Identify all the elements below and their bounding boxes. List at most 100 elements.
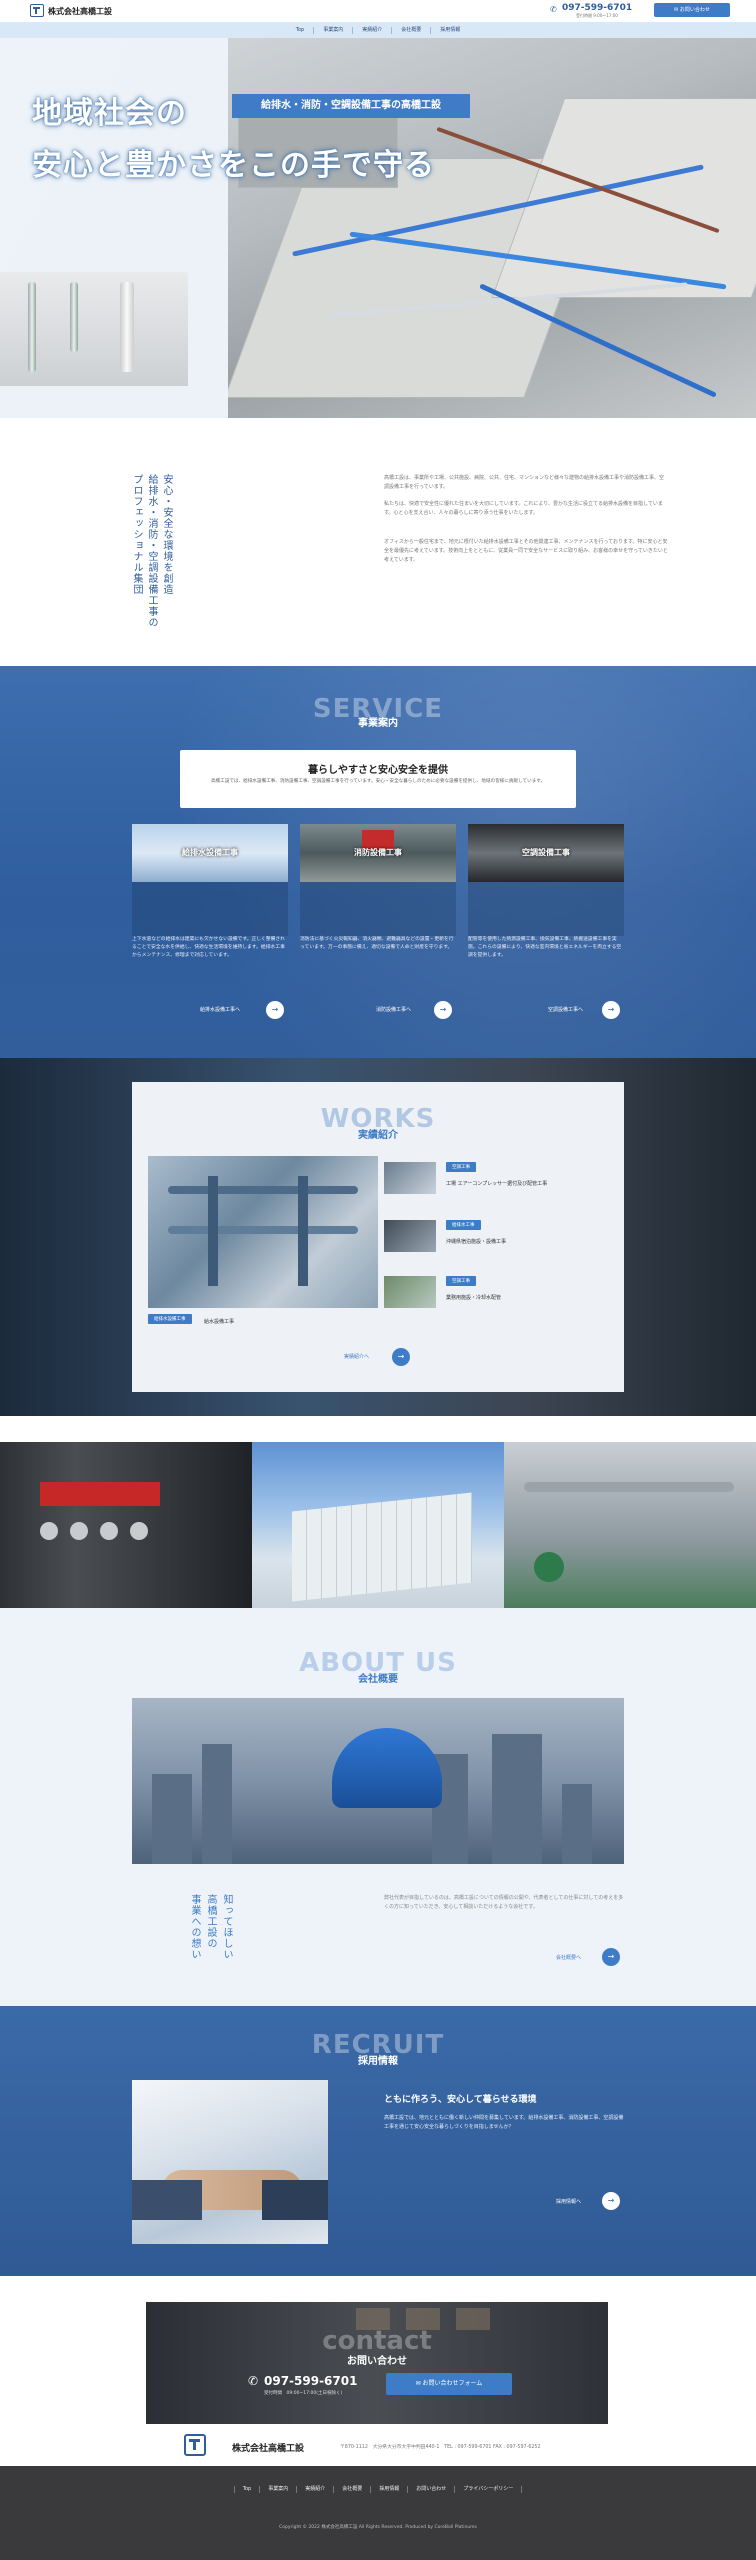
works-thumb-3[interactable] <box>384 1276 436 1308</box>
about-vertical-1: 知ってほしい <box>221 1894 232 1960</box>
footer-nav: Top 事業案内 実績紹介 会社概要 採用情報 お問い合わせ プライバシーポリシ… <box>0 2486 756 2493</box>
about-more-arrow-icon[interactable]: → <box>602 1948 620 1966</box>
arrow-right-icon: → <box>602 1001 620 1019</box>
about-text: 弊社代表が目指しているのは、高橋工設についての情報の公開や、代表者としての仕事に… <box>384 1895 624 1910</box>
footer-address: 〒870-1112 大分県大分市大字中判田440-1 TEL : 097-599… <box>340 2445 541 2450</box>
works-main-title[interactable]: 給水設備工事 <box>204 1318 234 1325</box>
recruit-more-label[interactable]: 採用情報へ <box>556 2198 581 2205</box>
service-label-hvac: 空調設備工事 <box>522 848 570 857</box>
service-link-plumbing[interactable]: 給排水設備工事へ → <box>132 1000 288 1020</box>
about-vertical-2: 高橋工設の <box>205 1894 216 1949</box>
company-logo-icon[interactable] <box>30 4 44 17</box>
service-image-plumbing[interactable]: 給排水設備工事 <box>132 824 288 882</box>
contact-form-label: お問い合わせフォーム <box>422 2380 483 2387</box>
footer-nav-recruit[interactable]: 採用情報 <box>370 2486 407 2493</box>
works-tag-3[interactable]: 空調工事 <box>446 1276 476 1286</box>
service-card-title: 暮らしやすさと安心安全を提供 <box>308 765 448 776</box>
hero-heading-line1: 地域社会の <box>32 96 187 131</box>
works-tag-1[interactable]: 空調工事 <box>446 1162 476 1172</box>
intro-vertical-1: 安心・安全な環境を創造 <box>161 474 172 595</box>
service-desc-hvac: 配管等を使用した熱源設備工事、換気設備工事、熱搬送設備工事を実施。これらの設備に… <box>468 937 622 958</box>
about-more-label[interactable]: 会社概要へ <box>556 1954 581 1961</box>
footer-nav-privacy[interactable]: プライバシーポリシー <box>454 2486 523 2493</box>
about-vertical-3: 事業への想い <box>189 1894 200 1960</box>
intro-vertical-2: 給排水・消防・空調設備工事の <box>146 474 157 628</box>
intro-paragraph-1: 高橋工設は、事業所や工場、公共施設、病院、公共、住宅、マンションなど様々な建物の… <box>384 475 665 490</box>
footer-copyright: Copyright © 2022 株式会社高橋工設 All Rights Res… <box>279 2525 477 2530</box>
footer-logo-icon[interactable] <box>184 2434 206 2456</box>
intro-vertical-3: プロフェッショナル集団 <box>131 474 142 595</box>
service-image-shadow-3 <box>468 882 624 936</box>
hero-faucet-image <box>0 272 188 386</box>
contact-heading-ja: お問い合わせ <box>347 2356 407 2367</box>
footer-nav-service[interactable]: 事業案内 <box>259 2486 296 2493</box>
nav-service[interactable]: 事業案内 <box>313 26 352 34</box>
arrow-right-icon: → <box>266 1001 284 1019</box>
works-title-3[interactable]: 業務用施設・冷却水配管 <box>446 1294 566 1301</box>
service-link-label: 消防設備工事へ <box>376 1007 412 1013</box>
gallery-image-water-tank <box>252 1442 504 1608</box>
about-image <box>132 1698 624 1864</box>
recruit-handshake-image <box>132 2080 328 2244</box>
footer-bar <box>0 2466 756 2560</box>
service-link-fire[interactable]: 消防設備工事へ → <box>300 1000 456 1020</box>
footer-nav-works[interactable]: 実績紹介 <box>296 2486 333 2493</box>
nav-top[interactable]: Top <box>287 27 313 34</box>
footer-nav-top[interactable]: Top <box>233 2486 259 2493</box>
hero-badge: 給排水・消防・空調設備工事の高橋工設 <box>232 94 470 118</box>
mail-icon: ✉ <box>415 2380 423 2387</box>
service-heading-ja: 事業案内 <box>358 718 398 729</box>
nav-recruit[interactable]: 採用情報 <box>430 26 469 34</box>
arrow-right-icon: → <box>434 1001 452 1019</box>
works-thumb-1[interactable] <box>384 1162 436 1194</box>
works-more-arrow-icon[interactable]: → <box>392 1348 410 1366</box>
works-main-image[interactable] <box>148 1156 378 1308</box>
works-main-tag[interactable]: 給排水設備工事 <box>148 1314 192 1324</box>
intro-paragraph-3: オフィスから一般住宅まで、地元に根付いた給排水設備工事とその他関連工事、メンテナ… <box>384 539 668 563</box>
service-intro-card: 暮らしやすさと安心安全を提供 高橋工設では、給排水設備工事、消防設備工事、空調設… <box>180 750 576 808</box>
works-title-1[interactable]: 工場 エアーコンプレッサー据付及び配管工事 <box>446 1180 566 1187</box>
header-contact-label: お問い合わせ <box>679 7 710 13</box>
service-image-shadow-2 <box>300 882 456 936</box>
service-label-plumbing: 給排水設備工事 <box>182 848 238 857</box>
gallery-image-fire-valves <box>0 1442 252 1608</box>
phone-icon: ✆ <box>550 5 557 14</box>
works-title-2[interactable]: 沖縄県宿泊施設・設備工事 <box>446 1238 566 1245</box>
works-heading-ja: 実績紹介 <box>358 1130 398 1141</box>
works-tag-2[interactable]: 給排水工事 <box>446 1220 481 1230</box>
intro-paragraph-2: 私たちは、快適で安全性に優れた住まいを大切にしています。これにより、豊かな生活に… <box>384 501 663 516</box>
footer-nav-contact[interactable]: お問い合わせ <box>407 2486 454 2493</box>
service-image-hvac[interactable]: 空調設備工事 <box>468 824 624 882</box>
global-nav: Top 事業案内 実績紹介 会社概要 採用情報 <box>0 22 756 38</box>
service-desc-plumbing: 上下水道などの給排水は建築にも欠かせない設備です。正しく整備されることで安全な水… <box>132 937 286 958</box>
contact-form-button[interactable]: ✉ お問い合わせフォーム <box>386 2373 512 2395</box>
recruit-heading: ともに作ろう、安心して暮らせる環境 <box>384 2095 537 2105</box>
nav-about[interactable]: 会社概要 <box>391 26 430 34</box>
header-hours: 受付時間 9:00〜17:00 <box>576 13 618 18</box>
header-contact-button[interactable]: ✉ お問い合わせ <box>654 3 730 17</box>
service-card-text: 高橋工設では、給排水設備工事、消防設備工事、空調設備工事を行っています。安心・安… <box>210 779 546 784</box>
site-header <box>0 0 756 20</box>
service-link-label: 空調設備工事へ <box>548 1007 584 1013</box>
service-link-label: 給排水設備工事へ <box>200 1007 241 1013</box>
contact-phone[interactable]: 097-599-6701 <box>264 2374 357 2388</box>
service-desc-fire: 消防法に基づく火災報知器、消火器類、避難器具などの設置・更新を行っています。万一… <box>300 937 454 950</box>
works-more-label[interactable]: 実績紹介へ <box>344 1353 369 1360</box>
nav-works[interactable]: 実績紹介 <box>352 26 391 34</box>
recruit-text: 高橋工設では、地元とともに働く新しい仲間を募集しています。給排水設備工事、消防設… <box>384 2115 624 2130</box>
header-company-name[interactable]: 株式会社高橋工設 <box>48 6 112 17</box>
header-phone[interactable]: 097-599-6701 <box>562 3 632 13</box>
service-link-hvac[interactable]: 空調設備工事へ → <box>468 1000 624 1020</box>
about-heading-ja: 会社概要 <box>358 1674 398 1685</box>
recruit-more-arrow-icon[interactable]: → <box>602 2192 620 2210</box>
service-image-fire[interactable]: 消防設備工事 <box>300 824 456 882</box>
service-image-shadow-1 <box>132 882 288 936</box>
hero-heading-line2: 安心と豊かさをこの手で守る <box>32 148 435 183</box>
recruit-heading-ja: 採用情報 <box>358 2056 398 2067</box>
gallery-image-machine-room <box>504 1442 756 1608</box>
service-label-fire: 消防設備工事 <box>354 848 402 857</box>
footer-nav-about[interactable]: 会社概要 <box>333 2486 370 2493</box>
works-thumb-2[interactable] <box>384 1220 436 1252</box>
footer-company-name: 株式会社高橋工設 <box>232 2444 305 2454</box>
contact-hours: 受付時間 09:00~17:00(土日祝除く) <box>264 2391 343 2396</box>
